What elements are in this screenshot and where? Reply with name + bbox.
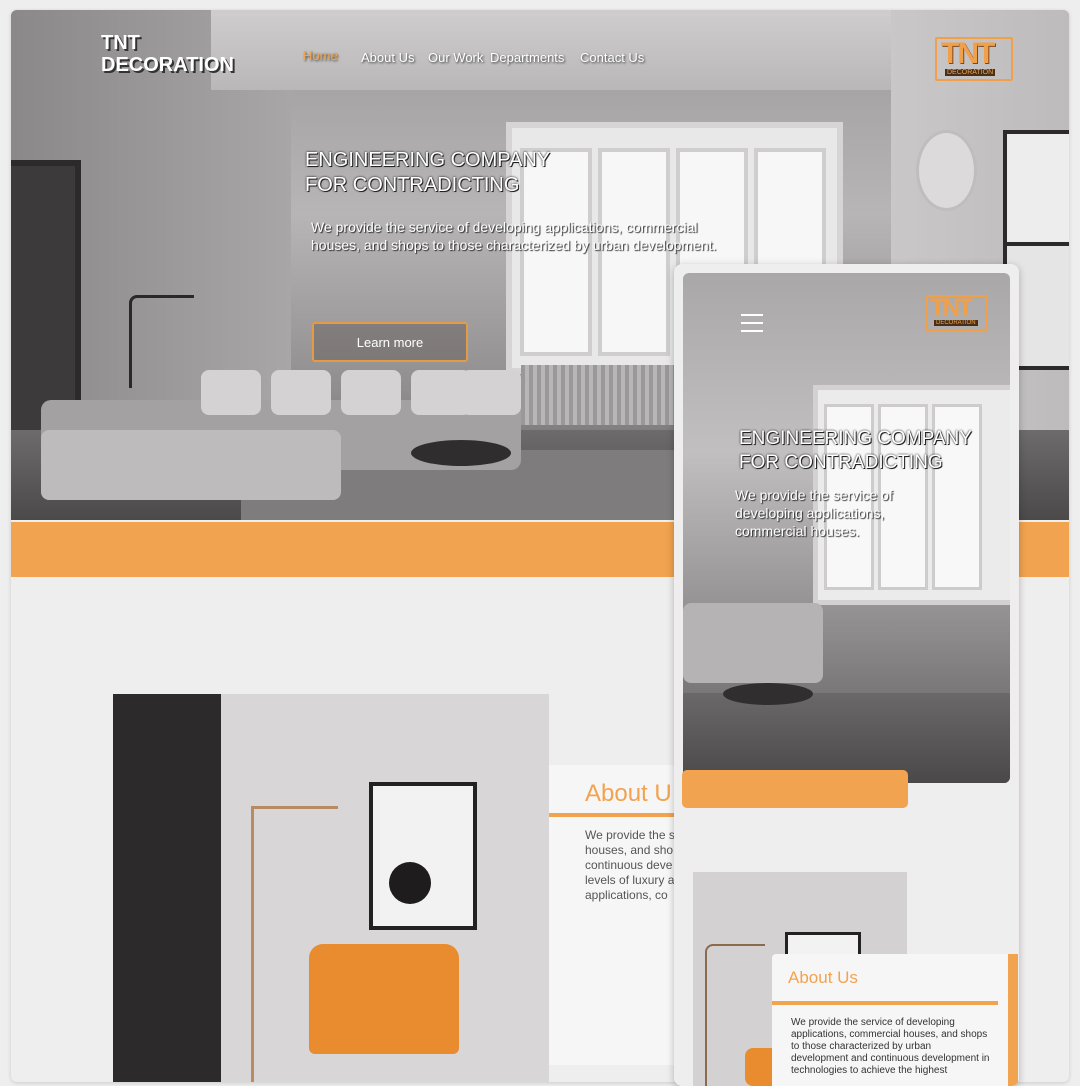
about-divider xyxy=(772,1001,998,1005)
about-title: About Us xyxy=(788,968,858,987)
sofa-seat xyxy=(41,430,341,500)
about-text: We provide the service of developing app… xyxy=(791,1017,990,1076)
pillow xyxy=(271,370,331,415)
hero-subtitle: We provide the service of developing app… xyxy=(311,219,717,253)
about-text: We provide the s houses, and sho continu… xyxy=(585,828,675,902)
nav-home[interactable]: Home xyxy=(303,48,338,63)
hamburger-menu-icon[interactable] xyxy=(741,308,763,338)
about-image xyxy=(113,694,549,1082)
wall-art xyxy=(1003,130,1069,248)
hero-title: ENGINEERING COMPANY FOR CONTRADICTING xyxy=(305,149,551,196)
about-card xyxy=(549,765,689,1065)
site-logo-text[interactable]: TNT DECORATION xyxy=(101,32,234,76)
brand-logo-letters: TNT xyxy=(941,37,995,70)
sofa xyxy=(41,370,521,500)
framed-art xyxy=(369,782,477,930)
orange-armchair xyxy=(309,944,459,1054)
radiator xyxy=(521,365,691,425)
screenshot-frame: TNT DECORATION Home About Us Our Work De… xyxy=(0,0,1080,1086)
pillow xyxy=(201,370,261,415)
about-divider xyxy=(549,813,689,817)
round-mirror xyxy=(916,130,977,211)
brand-logo-badge[interactable]: TNT DECORATION xyxy=(935,37,1013,81)
pillow xyxy=(461,370,521,415)
nav-contact-us[interactable]: Contact Us xyxy=(580,50,644,65)
mobile-mockup: TNT DECORATION ENGINEERING COMPANY FOR C… xyxy=(674,264,1019,1086)
nav-our-work[interactable]: Our Work xyxy=(428,50,483,65)
mobile-hero: TNT DECORATION ENGINEERING COMPANY FOR C… xyxy=(683,273,1010,783)
coffee-table xyxy=(411,440,511,466)
brand-logo-subtext: DECORATION xyxy=(934,320,978,326)
hero-title: ENGINEERING COMPANY FOR CONTRADICTING xyxy=(739,428,972,473)
hero-subtitle: We provide the service of developing app… xyxy=(735,487,893,539)
orange-band xyxy=(682,770,908,808)
nav-departments[interactable]: Departments xyxy=(490,50,564,65)
pillow xyxy=(341,370,401,415)
brand-logo-subtext: DECORATION xyxy=(945,69,996,76)
learn-more-button[interactable]: Learn more xyxy=(312,322,468,362)
art-circle xyxy=(389,862,431,904)
nav-about-us[interactable]: About Us xyxy=(361,50,414,65)
brand-logo-badge[interactable]: TNT DECORATION xyxy=(926,294,988,331)
brand-logo-letters: TNT xyxy=(930,294,973,321)
wall-lamp xyxy=(129,295,194,388)
about-title: About U xyxy=(585,780,672,807)
sofa xyxy=(683,603,823,683)
coffee-table xyxy=(723,683,813,705)
